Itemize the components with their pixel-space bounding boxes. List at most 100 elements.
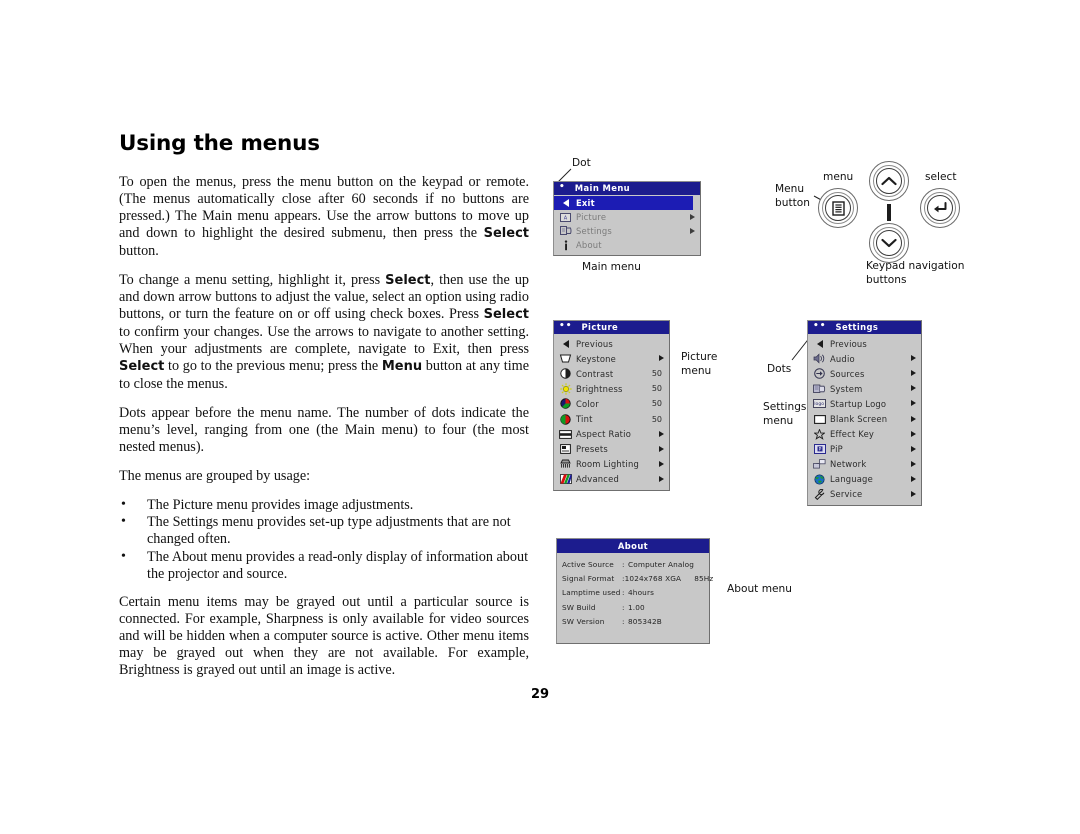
submenu-arrow [687,227,695,236]
menu-button[interactable] [818,188,858,228]
list-item: • The About menu provides a read-only dis… [119,549,529,583]
submenu-arrow [908,399,916,408]
about-menu-title-bar: About [557,539,709,553]
svg-text:logo: logo [814,402,824,408]
info-icon [558,239,573,251]
chevron-down-icon [881,238,897,248]
text-column: Using the menus To open the menus, press… [119,131,529,690]
picture-menu-item-aspect-ratio[interactable]: Aspect Ratio [554,427,669,442]
menu-item-label: About [576,240,602,250]
page-title: Using the menus [119,131,320,156]
about-value: Computer Analog [628,559,695,569]
keystone-icon [558,353,573,364]
menu-item-label: Startup Logo [830,398,887,409]
contrast-icon [558,368,573,379]
triangle-left-icon [558,338,573,349]
picture-menu-item-room-lighting[interactable]: Room Lighting [554,457,669,472]
svg-text:A: A [564,215,568,221]
about-row-sw-version: SW Version : 805342B [557,615,709,629]
settings-icon [558,226,573,237]
main-menu-body: Exit A Picture Settings About [554,195,700,255]
main-menu-item-picture[interactable]: A Picture [554,210,700,224]
list-item-label: The Picture menu provides image adjustme… [147,496,414,513]
paragraph-4: The menus are grouped by usage: [119,467,311,484]
picture-menu-item-color[interactable]: Color 50 [554,396,669,411]
about-row-sw-build: SW Build : 1.00 [557,600,709,614]
menu-item-label: Settings [576,226,612,236]
about-key: Signal Format [562,574,615,584]
osd-about-menu: About Active Source : Computer Analog Si… [556,538,713,644]
picture-menu-item-contrast[interactable]: Contrast 50 [554,366,669,381]
submenu-arrow [687,213,695,222]
level-dots: • [559,182,566,192]
picture-menu-item-tint[interactable]: Tint 50 [554,411,669,426]
menu-item-label: Contrast [576,368,614,379]
level-dots: •• [559,321,573,331]
main-menu-item-exit[interactable]: Exit [554,196,693,210]
about-row-lamptime-used: Lamptime used : 4hours [557,586,709,600]
startup-logo-icon: logo [812,398,827,409]
bullet-dot: • [121,549,126,565]
down-arrow-button[interactable] [869,223,909,263]
blank-screen-icon [812,414,827,425]
picture-menu-item-keystone[interactable]: Keystone [554,351,669,366]
up-arrow-button[interactable] [869,161,909,201]
tint-icon [558,413,573,425]
settings-menu-title-bar: •• Settings [808,321,921,334]
menu-item-label: Room Lighting [576,459,639,470]
list-item-label: The Settings menu provides set-up type a… [147,514,511,548]
menu-item-value: 50 [651,414,662,424]
settings-menu-item-startup-logo[interactable]: logo Startup Logo [808,396,921,411]
caption-picture-menu: Picture menu [681,351,718,377]
settings-menu-item-previous[interactable]: Previous [808,336,921,351]
about-value: 1.00 [628,602,645,612]
submenu-arrow [908,369,916,378]
enter-arrow-icon [933,202,946,213]
picture-menu-title-bar: •• Picture [554,321,669,334]
svg-text:P: P [818,447,821,453]
menu-item-label: Effect Key [830,429,875,440]
settings-menu-item-sources[interactable]: Sources [808,366,921,381]
main-menu-item-settings[interactable]: Settings [554,224,700,238]
settings-menu-item-language[interactable]: Language [808,472,921,487]
picture-menu-item-advanced[interactable]: Advanced [554,472,669,487]
menu-item-label: Exit [576,198,595,208]
paragraph-closing: Certain menu items may be grayed out unt… [119,594,529,678]
settings-menu-item-network[interactable]: Network [808,457,921,472]
page-number: 29 [531,687,550,702]
menu-item-label: Color [576,398,599,409]
settings-menu-item-effect-key[interactable]: Effect Key [808,427,921,442]
bullet-dot: • [121,496,126,512]
select-button[interactable] [920,188,960,228]
settings-menu-item-service[interactable]: Service [808,487,921,502]
submenu-arrow [656,475,664,484]
paragraph-1: To open the menus, press the menu button… [119,174,529,259]
picture-menu-item-previous[interactable]: Previous [554,336,669,351]
picture-menu-body: Previous Keystone Contrast 50 Brightness… [554,334,669,490]
keypad-select-label: select [925,171,957,183]
about-value: 805342B [628,617,662,627]
menu-item-label: Service [830,489,863,500]
settings-menu-item-pip[interactable]: P PiP [808,442,921,457]
about-key: SW Version [562,617,605,627]
menu-item-label: Audio [830,353,855,364]
about-row-active-source: Active Source : Computer Analog [557,557,709,571]
submenu-arrow [656,445,664,454]
settings-menu-item-audio[interactable]: Audio [808,351,921,366]
about-key: Active Source [562,559,614,569]
document-page: Using the menus To open the menus, press… [0,0,1080,834]
settings-menu-item-blank-screen[interactable]: Blank Screen [808,411,921,426]
chevron-up-icon [881,176,897,186]
pip-icon: P [812,444,827,455]
menu-item-label: Tint [576,414,593,425]
settings-menu-body: Previous Audio Sources System logo Start… [808,334,921,505]
caption-keypad: Keypad navigation buttons [866,260,965,286]
list-item: • The Picture menu provides image adjustm… [119,497,529,514]
picture-menu-item-brightness[interactable]: Brightness 50 [554,381,669,396]
settings-menu-item-system[interactable]: System [808,381,921,396]
menu-item-label: Presets [576,444,608,455]
picture-menu-item-presets[interactable]: Presets [554,442,669,457]
caption-settings-menu: Settings menu [763,401,807,427]
menu-glyph-icon [831,200,845,216]
main-menu-item-about[interactable]: About [554,238,700,252]
